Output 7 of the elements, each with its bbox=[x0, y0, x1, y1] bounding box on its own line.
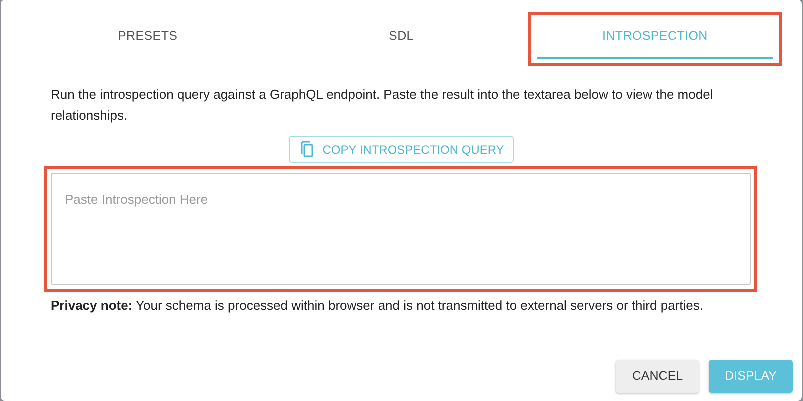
introspection-field[interactable]: Paste Introspection Here bbox=[51, 173, 751, 285]
privacy-note: Privacy note: Your schema is processed within browser and is not transmitted to external servers or third parties. bbox=[51, 297, 704, 315]
copy-icon bbox=[298, 141, 315, 158]
tab[interactable]: SDL bbox=[284, 15, 520, 59]
tab[interactable]: PRESETS bbox=[30, 15, 266, 59]
instructions-text: Run the introspection query against a GraphQL endpoint. Paste the result into the textarea below to view the model relationships. bbox=[51, 86, 714, 125]
cancel-button[interactable]: CANCEL bbox=[616, 360, 700, 393]
